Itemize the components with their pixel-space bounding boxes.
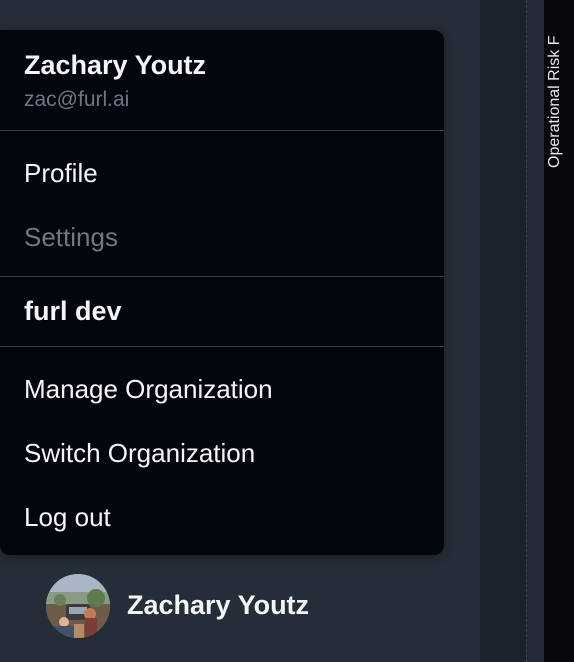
avatar [46, 574, 110, 638]
menu-separator [0, 130, 444, 131]
user-dropdown-menu: Zachary Youtz zac@furl.ai Profile Settin… [0, 30, 444, 555]
menu-user-email: zac@furl.ai [24, 88, 130, 111]
current-organization-name: furl dev [24, 296, 122, 326]
menu-item-profile[interactable]: Profile [0, 144, 444, 200]
menu-item-settings[interactable]: Settings [0, 208, 444, 264]
panel-gap [527, 0, 544, 662]
main-content-edge [480, 0, 526, 662]
vertical-panel-title: Operational Risk F [546, 35, 563, 169]
menu-user-header: Zachary Youtz zac@furl.ai [0, 30, 444, 130]
right-panel: Operational Risk F [544, 0, 574, 662]
user-chip-name: Zachary Youtz [127, 590, 310, 620]
menu-item-switch-organization[interactable]: Switch Organization [0, 424, 444, 480]
menu-user-name: Zachary Youtz [24, 50, 207, 80]
menu-item-log-out-label: Log out [24, 502, 111, 532]
menu-item-switch-organization-label: Switch Organization [24, 438, 256, 468]
menu-item-manage-organization-label: Manage Organization [24, 374, 273, 404]
avatar-photo-icon [46, 574, 110, 638]
menu-item-settings-label: Settings [24, 222, 118, 252]
menu-separator [0, 276, 444, 277]
menu-separator [0, 346, 444, 347]
app-window: Operational Risk F Zachary Youtz zac@fur… [0, 0, 574, 662]
menu-item-log-out[interactable]: Log out [0, 488, 444, 544]
menu-item-manage-organization[interactable]: Manage Organization [0, 360, 444, 416]
menu-item-profile-label: Profile [24, 158, 98, 188]
user-menu-button[interactable]: Zachary Youtz [40, 570, 420, 642]
